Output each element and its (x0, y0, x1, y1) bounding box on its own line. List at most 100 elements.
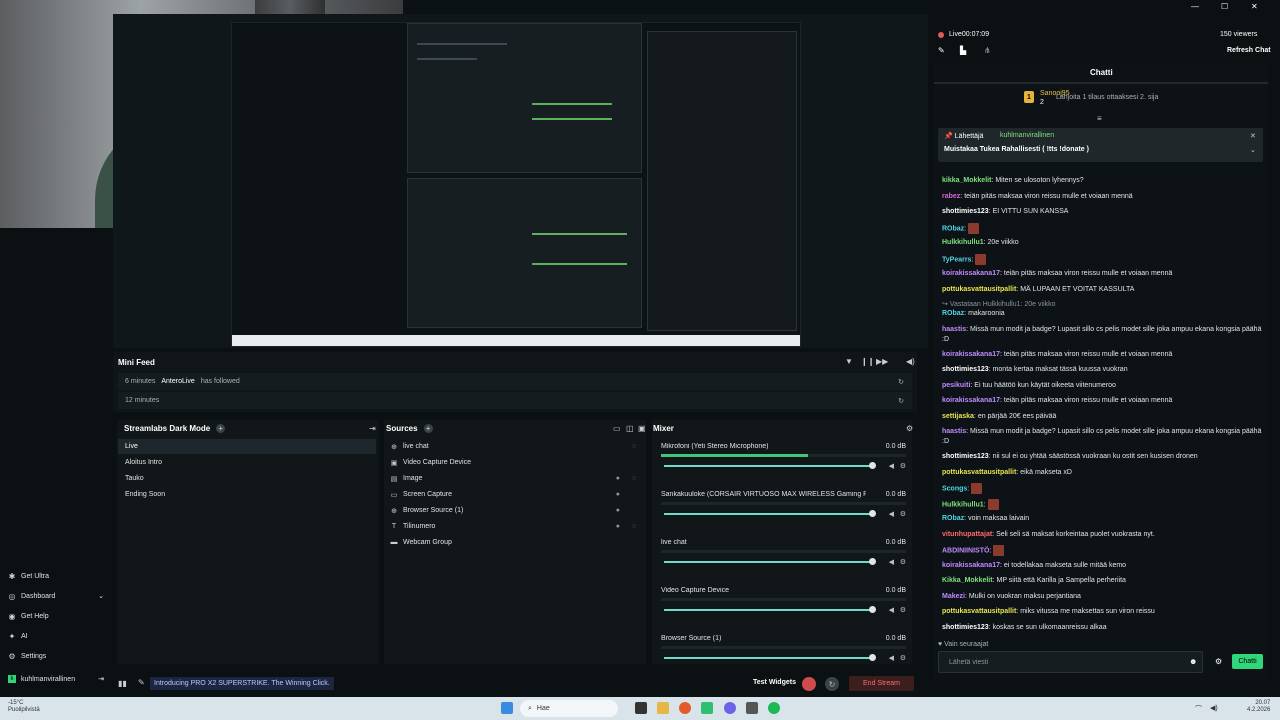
source-item[interactable]: ▭ Screen Capture ● (386, 487, 644, 502)
volume-slider-handle[interactable] (869, 558, 876, 565)
volume-slider[interactable] (664, 609, 874, 611)
speaker-icon[interactable]: ◀) (1210, 704, 1218, 712)
sidebar-item-get-help[interactable]: ◉ Get Help (8, 612, 49, 621)
steam-app-icon[interactable] (746, 702, 758, 714)
sidebar-item-settings[interactable]: ⚙ Settings (8, 652, 46, 661)
filter-icon[interactable]: ▼ (845, 357, 853, 366)
chat-username[interactable]: settijaska (942, 413, 974, 420)
popout-icon[interactable]: ▙ (960, 46, 966, 55)
chat-send-button[interactable]: Chatti (1232, 654, 1263, 669)
refresh-chat-button[interactable]: Refresh Chat (1227, 47, 1271, 54)
volume-slider[interactable] (664, 657, 874, 659)
gear-icon[interactable]: ⚙ (900, 654, 906, 662)
lock-icon[interactable]: ● (616, 507, 620, 514)
share-icon[interactable]: ⋔ (984, 46, 991, 55)
test-widgets-button[interactable]: Test Widgets (753, 679, 796, 686)
lock-icon[interactable]: ● (616, 475, 620, 482)
sidebar-item-dashboard[interactable]: ◎ Dashboard ⌄ (8, 592, 108, 601)
refresh-icon[interactable]: ↻ (898, 378, 904, 386)
weather-widget[interactable]: -15°C Puolipilvistä (8, 700, 40, 714)
volume-slider[interactable] (664, 561, 874, 563)
chat-settings-icon[interactable]: ⚙ (1215, 657, 1222, 666)
gear-icon[interactable]: ⚙ (900, 606, 906, 614)
discord-app-icon[interactable] (724, 702, 736, 714)
stream-preview[interactable] (231, 22, 801, 347)
gear-icon[interactable]: ⚙ (900, 462, 906, 470)
maximize-button[interactable]: ☐ (1221, 2, 1228, 11)
megaphone-icon[interactable]: ✎ (138, 678, 145, 687)
record-button[interactable] (802, 677, 816, 691)
taskbar-clock[interactable]: 20.07 4.2.2026 (1247, 700, 1270, 714)
layers-icon[interactable]: ▣ (638, 424, 646, 433)
chat-username[interactable]: Hulkkihullu1 (942, 239, 984, 246)
gear-icon[interactable]: ⚙ (900, 510, 906, 518)
chat-username[interactable]: pesikuiti (942, 382, 970, 389)
minimize-button[interactable]: — (1191, 2, 1199, 11)
task-view-icon[interactable] (635, 702, 647, 714)
chat-username[interactable]: pottukasvattausitpallit (942, 286, 1016, 293)
end-stream-button[interactable]: End Stream (849, 676, 914, 691)
source-item[interactable]: ▣ Video Capture Device (386, 455, 644, 470)
chat-username[interactable]: shottimies123 (942, 453, 989, 460)
scene-item[interactable]: Tauko (118, 471, 376, 486)
promo-banner[interactable]: Introducing PRO X2 SUPERSTRIKE. The Winn… (150, 677, 334, 690)
chat-username[interactable]: vitunhupattajat (942, 531, 992, 538)
lock-icon[interactable]: ● (616, 491, 620, 498)
volume-slider[interactable] (664, 513, 874, 515)
volume-slider[interactable] (664, 465, 874, 467)
chat-username[interactable]: Makezi (942, 593, 965, 600)
folder-add-icon[interactable]: ▭ (613, 424, 621, 433)
chat-username[interactable]: koirakissakana17 (942, 351, 1000, 358)
streamlabs-app-icon[interactable] (701, 702, 713, 714)
collapse-icon[interactable]: ≡ (1097, 114, 1102, 123)
source-item[interactable]: ▤ Image ● ◌ (386, 471, 644, 486)
chat-username[interactable]: koirakissakana17 (942, 270, 1000, 277)
chevron-down-icon[interactable]: ⌄ (1250, 146, 1256, 154)
sidebar-user[interactable]: k kuhlmanvirallinen ⇥ (8, 675, 108, 683)
windows-start-icon[interactable] (501, 702, 513, 714)
speaker-icon[interactable]: ◀ (889, 654, 894, 662)
pinned-message[interactable] (938, 128, 1263, 162)
volume-slider-handle[interactable] (869, 510, 876, 517)
unpin-icon[interactable]: ✕ (1250, 132, 1256, 140)
add-scene-button[interactable]: + (216, 424, 226, 433)
chat-username[interactable]: TyPearrs (942, 256, 971, 263)
refresh-icon[interactable]: ↻ (898, 397, 904, 405)
sidebar-item-ai[interactable]: ✦ AI (8, 632, 28, 641)
chat-username[interactable]: Scongs (942, 485, 967, 492)
spotify-app-icon[interactable] (768, 702, 780, 714)
visibility-icon[interactable]: ◌ (632, 523, 636, 530)
speaker-icon[interactable]: ◀ (889, 606, 894, 614)
filter-source-icon[interactable]: ◫ (626, 424, 634, 433)
chat-username[interactable]: haastis (942, 326, 966, 333)
file-explorer-icon[interactable] (657, 702, 669, 714)
taskbar-search[interactable]: ⌕ Hae (520, 700, 618, 717)
emote-picker-icon[interactable]: ☻ (1189, 657, 1197, 666)
volume-icon[interactable]: ◀) (906, 357, 915, 366)
speaker-icon[interactable]: ◀ (889, 558, 894, 566)
stats-icon[interactable]: ▮▮ (118, 679, 127, 688)
volume-slider-handle[interactable] (869, 654, 876, 661)
scene-item[interactable]: Aloitus Intro (118, 455, 376, 470)
source-item[interactable]: ⊕ Browser Source (1) ● (386, 503, 644, 518)
source-item[interactable]: ⊕ live chat ◌ (386, 439, 644, 454)
add-source-button[interactable]: + (423, 424, 433, 433)
chat-username[interactable]: koirakissakana17 (942, 562, 1000, 569)
chat-username[interactable]: RObaz (942, 515, 964, 522)
volume-slider-handle[interactable] (869, 606, 876, 613)
logout-icon[interactable]: ⇥ (98, 675, 104, 683)
network-icon[interactable]: ⌒ (1195, 704, 1202, 714)
chat-username[interactable]: shottimies123 (942, 366, 989, 373)
chat-username[interactable]: kikka_Mokkelit (942, 177, 991, 184)
lock-icon[interactable]: ● (616, 523, 620, 530)
chat-username[interactable]: Hulkkihullu1 (942, 501, 984, 508)
close-button[interactable]: ✕ (1251, 2, 1258, 11)
skip-icon[interactable]: ▶▶ (876, 357, 888, 366)
source-item[interactable]: ▬ Webcam Group (386, 535, 644, 550)
chat-username[interactable]: RObaz (942, 310, 964, 317)
chat-username[interactable]: pottukasvattausitpallit (942, 608, 1016, 615)
chat-username[interactable]: koirakissakana17 (942, 397, 1000, 404)
speaker-icon[interactable]: ◀ (889, 510, 894, 518)
chat-username[interactable]: pottukasvattausitpallit (942, 469, 1016, 476)
chat-input[interactable]: Lähetä viesti (938, 651, 1203, 673)
